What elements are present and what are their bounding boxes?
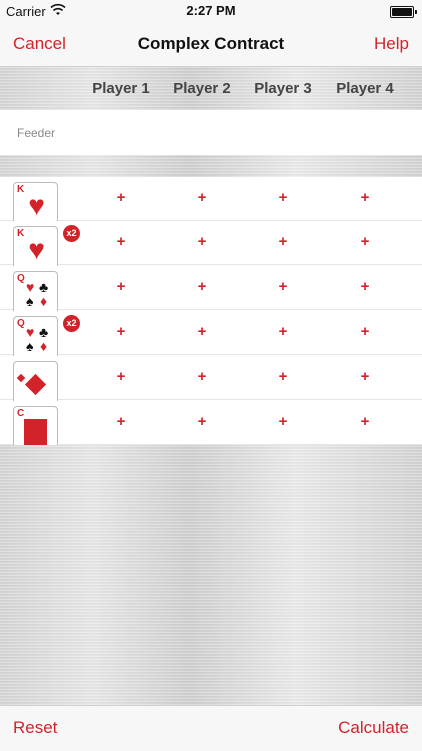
heart-icon: ♥: [28, 234, 45, 265]
page-title: Complex Contract: [137, 34, 285, 53]
calculate-button[interactable]: Calculate: [338, 718, 409, 738]
section-divider: [0, 155, 422, 177]
add-button-player-1[interactable]: +: [81, 278, 161, 295]
add-button-player-1[interactable]: +: [81, 413, 161, 430]
add-button-player-2[interactable]: +: [162, 413, 242, 430]
add-button-player-3[interactable]: +: [243, 233, 323, 250]
add-button-player-3[interactable]: +: [243, 323, 323, 340]
club-icon: ♣: [39, 279, 49, 295]
add-button-player-3[interactable]: +: [243, 368, 323, 385]
add-button-player-2[interactable]: +: [162, 233, 242, 250]
player-header: Player 1 Player 2 Player 3 Player 4: [0, 67, 422, 110]
double-badge: x2: [63, 225, 80, 242]
heart-icon: ♥: [28, 190, 45, 221]
add-button-player-1[interactable]: +: [81, 368, 161, 385]
battery-icon: [390, 6, 417, 18]
diamonds-card-icon: [13, 361, 58, 406]
feeder-row[interactable]: Feeder: [0, 110, 422, 155]
player-4-header: Player 4: [336, 80, 394, 97]
feeder-label: Feeder: [17, 126, 56, 140]
bottom-toolbar: Reset Calculate: [0, 705, 422, 751]
red-square-icon: [24, 419, 47, 446]
add-button-player-1[interactable]: +: [81, 233, 161, 250]
add-button-player-2[interactable]: +: [162, 368, 242, 385]
add-button-player-3[interactable]: +: [243, 278, 323, 295]
reset-button[interactable]: Reset: [13, 718, 57, 738]
add-button-player-4[interactable]: +: [325, 323, 405, 340]
help-button[interactable]: Help: [374, 34, 409, 54]
diamond-icon: ♦: [40, 338, 48, 354]
add-button-player-3[interactable]: +: [243, 189, 323, 206]
queens-card-icon: Q ♥ ♣ ♠ ♦ x2: [13, 315, 80, 361]
add-button-player-1[interactable]: +: [81, 189, 161, 206]
king-of-hearts-card-icon: K ♥ x2: [13, 225, 80, 271]
contract-row-queens: Q ♥ ♣ ♠ ♦ + + + +: [0, 266, 422, 316]
add-button-player-4[interactable]: +: [325, 278, 405, 295]
player-1-header: Player 1: [92, 80, 150, 97]
navigation-bar: Cancel Complex Contract Help: [0, 22, 422, 67]
contract-row-diamonds: + + + +: [0, 356, 422, 406]
player-3-header: Player 3: [254, 80, 312, 97]
background-area: [0, 445, 422, 705]
spade-icon: ♠: [26, 293, 34, 309]
contract-row-queens-x2: Q ♥ ♣ ♠ ♦ x2 + + + +: [0, 311, 422, 361]
spade-icon: ♠: [26, 338, 34, 354]
contract-row-king-of-hearts: K ♥ + + + +: [0, 177, 422, 227]
add-button-player-3[interactable]: +: [243, 413, 323, 430]
status-bar: Carrier 2:27 PM: [0, 0, 422, 22]
club-icon: ♣: [39, 324, 49, 340]
heart-icon: ♥: [26, 324, 35, 340]
add-button-player-1[interactable]: +: [81, 323, 161, 340]
add-button-player-4[interactable]: +: [325, 368, 405, 385]
add-button-player-2[interactable]: +: [162, 323, 242, 340]
add-button-player-4[interactable]: +: [325, 189, 405, 206]
add-button-player-4[interactable]: +: [325, 413, 405, 430]
clock: 2:27 PM: [186, 3, 236, 18]
card-rank: Q: [17, 318, 25, 329]
contract-row-collections: C + + + +: [0, 401, 422, 451]
diamond-icon: [24, 373, 47, 396]
double-badge: x2: [63, 315, 80, 332]
add-button-player-2[interactable]: +: [162, 278, 242, 295]
contract-row-king-of-hearts-x2: K ♥ x2 + + + +: [0, 221, 422, 271]
diamond-icon: ♦: [40, 293, 48, 309]
queens-card-icon: Q ♥ ♣ ♠ ♦: [13, 271, 58, 316]
card-rank: Q: [17, 273, 25, 284]
player-2-header: Player 2: [173, 80, 231, 97]
add-button-player-4[interactable]: +: [325, 233, 405, 250]
add-button-player-2[interactable]: +: [162, 189, 242, 206]
card-rank: C: [17, 408, 25, 419]
diamond-corner-icon: [16, 373, 26, 383]
heart-icon: ♥: [26, 279, 35, 295]
